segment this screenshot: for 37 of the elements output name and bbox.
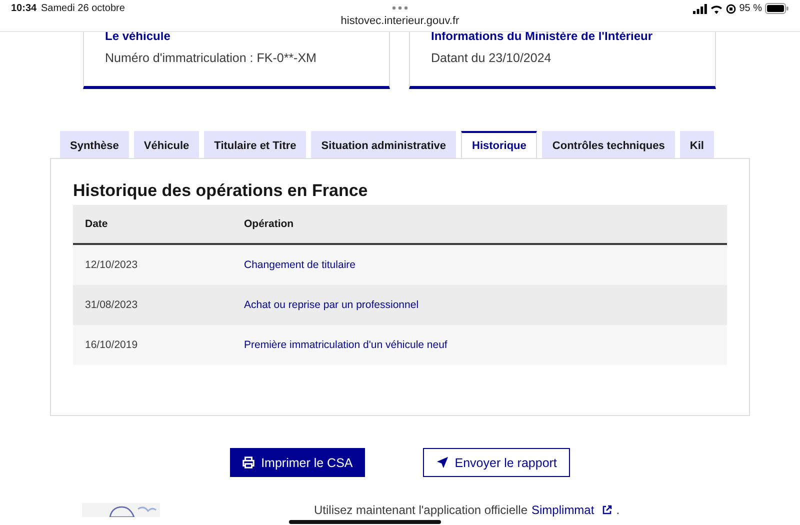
card-title: Informations du Ministère de l'Intérieur — [431, 29, 654, 43]
date-cell: 31/08/2023 — [85, 299, 138, 311]
signal-icon — [693, 4, 708, 14]
simplimmat-link[interactable]: Simplimmat — [532, 503, 594, 517]
send-button[interactable]: Envoyer le rapport — [422, 448, 570, 477]
wifi-icon — [710, 4, 724, 14]
column-header: Opération — [244, 218, 294, 230]
tab[interactable]: Situation administrative — [311, 131, 456, 158]
column-header: Date — [85, 218, 108, 230]
orientation-lock-icon — [726, 4, 736, 14]
more-icon[interactable] — [392, 6, 408, 10]
status-time: 10:34 — [11, 3, 37, 14]
section-title: Historique des opérations en France — [73, 181, 369, 201]
operation-link[interactable]: Achat ou reprise par un professionnel — [244, 299, 419, 311]
tab[interactable]: Titulaire et Titre — [204, 131, 306, 158]
operation-link[interactable]: Première immatriculation d'un véhicule neuf — [244, 339, 448, 351]
tab[interactable]: Véhicule — [134, 131, 200, 158]
print-button[interactable]: Imprimer le CSA — [230, 448, 365, 477]
url-text[interactable]: histovec.interieur.gouv.fr — [0, 15, 800, 27]
send-icon — [436, 456, 449, 469]
footer-text: Utilisez maintenant l'application officielle — [314, 503, 528, 517]
footer-period: . — [616, 503, 620, 517]
battery-icon — [765, 3, 789, 14]
date-cell: 12/10/2023 — [85, 259, 138, 271]
tab[interactable]: Synthèse — [60, 131, 129, 158]
card-title: Le véhicule — [105, 29, 172, 43]
card-text: Numéro d'immatriculation : FK-0**-XM — [105, 51, 318, 65]
tab[interactable]: Contrôles techniques — [542, 131, 675, 158]
printer-icon — [242, 456, 256, 469]
tab[interactable]: Historique — [461, 131, 538, 158]
battery-percent: 95 % — [739, 3, 762, 14]
status-date: Samedi 26 octobre — [41, 3, 125, 14]
date-cell: 16/10/2019 — [85, 339, 138, 351]
external-link-icon — [602, 505, 612, 515]
card-text: Datant du 23/10/2024 — [431, 51, 552, 65]
operation-link[interactable]: Changement de titulaire — [244, 259, 356, 271]
tab[interactable]: Kil — [680, 131, 714, 158]
